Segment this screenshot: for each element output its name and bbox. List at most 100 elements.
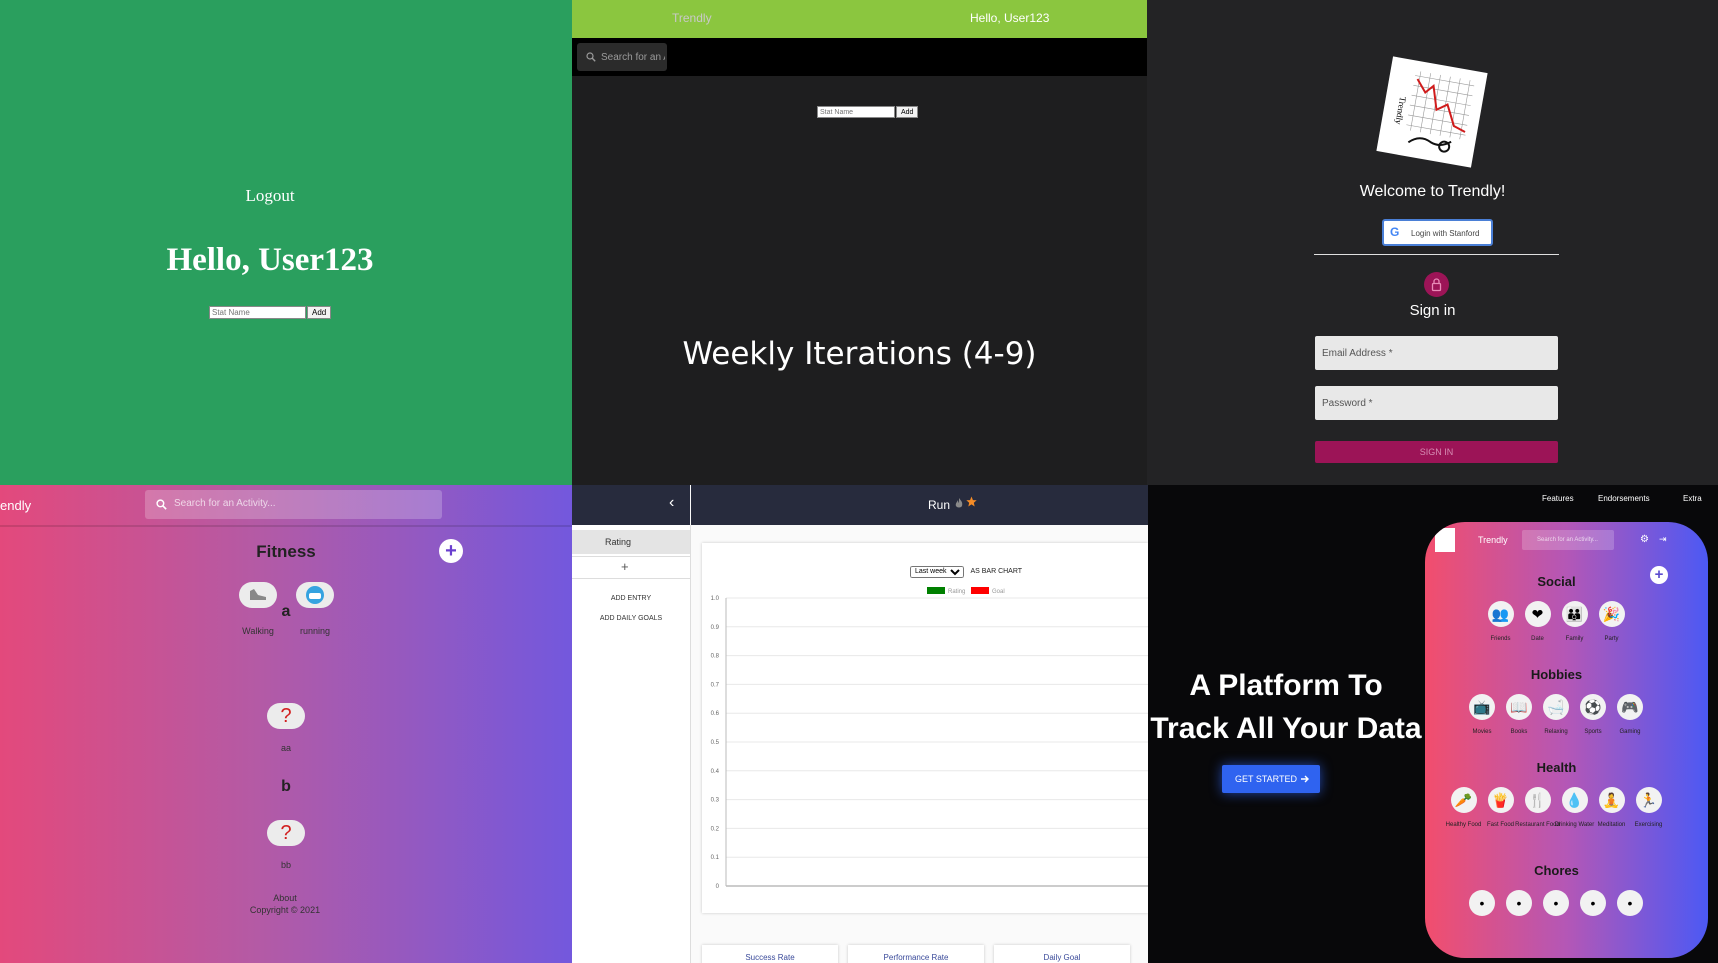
brand-link[interactable]: endly (0, 498, 31, 513)
activity-healthy-food[interactable]: 🥕 (1450, 787, 1477, 813)
google-icon: G (1390, 225, 1400, 239)
search-input[interactable]: Search for an Ac (577, 43, 667, 71)
detail-header: Run (691, 485, 1148, 525)
collapse-sidebar-icon[interactable]: ‹ (669, 494, 674, 512)
search-placeholder: Search for an Ac (601, 52, 665, 63)
activity-item[interactable]: • (1580, 890, 1606, 916)
login-button-label: Login with Stanford (1411, 229, 1480, 238)
activity-gaming[interactable]: 🎮 (1617, 694, 1643, 720)
activity-aa[interactable]: ? (267, 703, 305, 729)
add-activity-button[interactable]: + (439, 539, 463, 563)
activity-date[interactable]: ❤ (1524, 601, 1551, 627)
top-app-bar (572, 0, 1147, 38)
y-tick-label: 0.5 (711, 740, 720, 746)
add-button[interactable]: Add (307, 306, 332, 319)
password-field[interactable]: Password * (1315, 386, 1558, 420)
page-title: Hello, User123 (166, 242, 374, 278)
stat-name-input[interactable] (209, 306, 306, 319)
y-tick-label: 0.8 (711, 654, 720, 660)
divider (572, 578, 690, 579)
performance-rate-card: Performance Rate (848, 945, 984, 963)
activity-meditation[interactable]: 🧘 (1598, 787, 1625, 813)
search-input[interactable]: Search for an Activity... (145, 490, 442, 519)
question-icon: ? (280, 822, 292, 844)
add-daily-goals-button[interactable]: ADD DAILY GOALS (572, 615, 690, 622)
activity-books[interactable]: 📖 (1506, 694, 1532, 720)
section-title-fitness: Fitness (256, 542, 316, 561)
email-field[interactable]: Email Address * (1315, 336, 1558, 370)
add-stat-icon[interactable]: + (621, 559, 629, 574)
activity-movies[interactable]: 📺 (1469, 694, 1495, 720)
legend-label-rating: Rating (948, 589, 965, 595)
section-title-a: a (186, 603, 386, 621)
activity-item[interactable]: • (1617, 890, 1643, 916)
stat-form: Add (209, 306, 332, 319)
section-title-social: Social (1537, 574, 1576, 589)
get-started-label: GET STARTED (1235, 774, 1298, 784)
activity-title: Run (928, 498, 951, 512)
activity-item[interactable]: • (1469, 890, 1495, 916)
sidebar-item-rating[interactable]: Rating (572, 530, 690, 554)
face-icon (306, 586, 324, 604)
phone-search-input[interactable]: Search for an Activity... (1522, 530, 1614, 550)
activity-bb[interactable]: ? (267, 820, 305, 846)
add-button[interactable]: Add (896, 106, 919, 118)
activity-family[interactable]: 👪 (1561, 601, 1588, 627)
logout-icon[interactable]: ⇥ (1659, 534, 1667, 545)
activity-friends[interactable]: 👥 (1487, 601, 1514, 627)
y-tick-label: 0.1 (711, 855, 720, 861)
nav-features[interactable]: Features (1542, 494, 1574, 503)
y-tick-label: 1.0 (711, 596, 720, 602)
nav-extra[interactable]: Extra (1683, 494, 1702, 503)
legend-label-goal: Goal (992, 589, 1005, 595)
gear-icon[interactable]: ⚙ (1640, 534, 1649, 545)
panel-activity-detail: ‹ Run Rating + ADD ENTRY ADD DAILY GOALS… (572, 485, 1148, 963)
search-icon (156, 499, 167, 510)
activity-label-running: running (299, 626, 331, 636)
divider (1314, 254, 1559, 255)
activity-fast-food[interactable]: 🍟 (1487, 787, 1514, 813)
activity-relaxing[interactable]: 🛁 (1543, 694, 1569, 720)
star-icon[interactable] (966, 496, 977, 507)
legend-swatch-rating (927, 587, 945, 594)
get-started-button[interactable]: GET STARTED (1222, 765, 1320, 793)
daily-goal-card: Daily Goal (994, 945, 1130, 963)
header-shadow (0, 525, 572, 527)
trendly-logo: Trendly (1376, 56, 1488, 168)
y-tick-label: 0.3 (711, 798, 720, 804)
activity-sports[interactable]: ⚽ (1580, 694, 1606, 720)
nav-endorsements[interactable]: Endorsements (1598, 494, 1650, 503)
activity-restaurant-food[interactable]: 🍴 (1524, 787, 1551, 813)
stat-name-input[interactable] (817, 106, 895, 118)
y-tick-label: 0.9 (711, 625, 720, 631)
about-link[interactable]: About (235, 893, 335, 903)
stat-form: Add (817, 106, 919, 118)
panel-activity-list: endly Search for an Activity... Fitness … (0, 485, 572, 963)
card-title: Success Rate (745, 953, 795, 962)
search-placeholder: Search for an Activity... (174, 498, 276, 509)
activity-exercising[interactable]: 🏃 (1635, 787, 1662, 813)
activity-item[interactable]: • (1543, 890, 1569, 916)
logout-link[interactable]: Logout (0, 186, 540, 206)
phone-mockup: Trendly Search for an Activity... ⚙ ⇥ + … (1425, 522, 1708, 958)
slide-headline: Weekly Iterations (4-9) (682, 336, 1037, 372)
add-entry-button[interactable]: ADD ENTRY (572, 595, 690, 602)
activity-item[interactable]: • (1506, 890, 1532, 916)
chart-card: Last week AS BAR CHART Rating Goal 0 0.1 0.2… (702, 543, 1148, 913)
password-label: Password * (1322, 398, 1373, 409)
welcome-title: Welcome to Trendly! (1359, 183, 1506, 200)
phone-brand: Trendly (1478, 535, 1508, 545)
section-title-b: b (281, 778, 291, 795)
divider (572, 556, 690, 557)
login-with-stanford-button[interactable]: G Login with Stanford (1382, 219, 1493, 246)
activity-drinking-water[interactable]: 💧 (1561, 787, 1588, 813)
y-tick-label: 0.4 (711, 769, 720, 775)
brand-link[interactable]: Trendly (672, 11, 712, 25)
fire-icon (955, 498, 963, 508)
panel-login: Trendly Welcome to Trendly! G Login with… (1147, 0, 1718, 485)
activity-party[interactable]: 🎉 (1598, 601, 1625, 627)
arrow-right-icon (1301, 775, 1309, 783)
sign-in-button[interactable]: SIGN IN (1315, 441, 1558, 463)
logo-text: Trendly (1393, 96, 1408, 126)
y-tick-label: 0.2 (711, 826, 720, 832)
